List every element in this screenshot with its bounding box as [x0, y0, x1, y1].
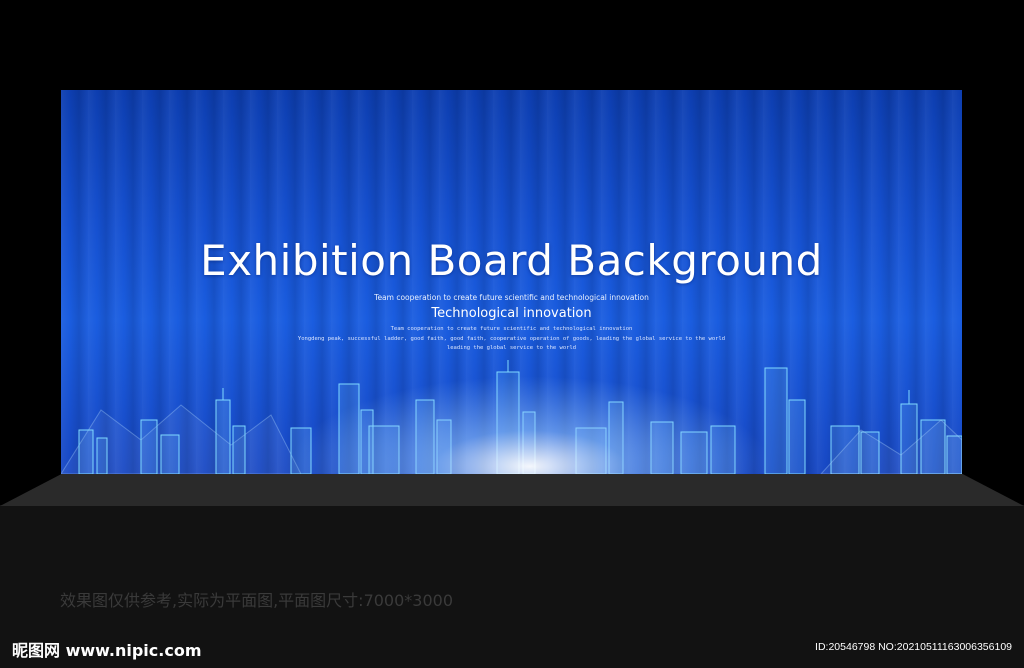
exhibition-board: Exhibition Board Background Team coopera… — [61, 90, 962, 474]
board-tagline: Team cooperation to create future scient… — [374, 293, 649, 302]
board-small-line: leading the global service to the world — [446, 345, 577, 351]
board-small-line: Team cooperation to create future scient… — [390, 326, 633, 332]
board-subtitle: Technological innovation — [431, 306, 592, 321]
city-skyline-icon — [61, 360, 962, 474]
stage-platform — [0, 474, 1024, 506]
watermark-logo: 昵图网 www.nipic.com — [12, 641, 202, 660]
board-title: Exhibition Board Background — [200, 236, 823, 285]
board-small-line: Yongdeng peak, successful ladder, good f… — [297, 336, 726, 342]
caption: 效果图仅供参考,实际为平面图,平面图尺寸:7000*3000 — [60, 591, 454, 610]
image-id: ID:20546798 NO:20210511163006356109 — [815, 641, 1012, 653]
